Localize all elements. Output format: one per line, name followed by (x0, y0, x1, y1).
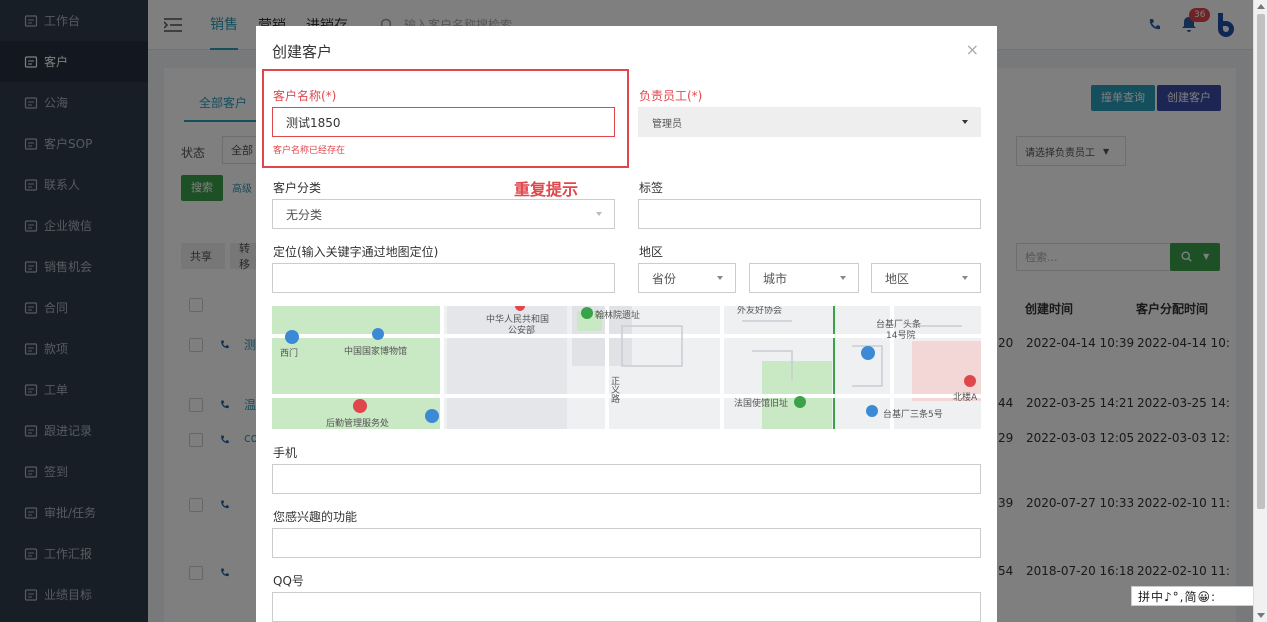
scroll-thumb[interactable] (1257, 14, 1265, 509)
modal-title: 创建客户 (272, 43, 333, 61)
location-map[interactable]: 中华人民共和国 公安部 翰林院遗址 外友好协会 台基厂头条 14号院 西门 中国… (272, 306, 981, 429)
qq-label: QQ号 (273, 574, 304, 588)
map-label: 北楼A (953, 393, 978, 403)
qq-input[interactable] (272, 592, 981, 622)
caret-down-icon (840, 276, 846, 280)
create-customer-modal: 创建客户 × 客户名称(*) 测试1850 客户名称已经存在 负责员工(*) 管… (256, 26, 997, 622)
owner-select[interactable]: 管理员 (638, 107, 981, 137)
ime-toolbar[interactable]: 拼中♪°,简😀: (1131, 586, 1255, 606)
tags-label: 标签 (639, 181, 664, 195)
caret-down-icon (962, 120, 968, 124)
map-label: 公安部 (508, 326, 536, 336)
district-select[interactable]: 地区 (871, 263, 981, 293)
map-label: 正义路 (609, 376, 619, 403)
city-select[interactable]: 城市 (749, 263, 859, 293)
caret-down-icon (962, 276, 968, 280)
map-label: 法国使馆旧址 (734, 399, 789, 409)
map-label: 后勤管理服务处 (326, 419, 390, 429)
map-label: 外友好协会 (737, 306, 783, 316)
customer-name-label: 客户名称(*) (273, 89, 337, 103)
city-value: 城市 (763, 271, 788, 286)
phone-input[interactable] (272, 464, 981, 494)
duplicate-annotation: 重复提示 (514, 180, 579, 199)
customer-name-input[interactable]: 测试1850 (272, 107, 615, 137)
phone-label: 手机 (273, 446, 298, 460)
caret-down-icon (596, 212, 602, 216)
district-value: 地区 (885, 271, 910, 286)
map-label: 中国国家博物馆 (344, 347, 408, 357)
map-label: 西门 (280, 349, 299, 359)
interest-input[interactable] (272, 528, 981, 558)
scroll-up-icon[interactable] (1257, 4, 1265, 9)
region-label: 地区 (639, 245, 664, 259)
location-input[interactable] (272, 263, 615, 293)
owner-value: 管理员 (652, 118, 682, 130)
interest-label: 您感兴趣的功能 (273, 510, 358, 524)
map-label: 14号院 (886, 331, 916, 341)
category-value: 无分类 (286, 207, 323, 222)
customer-name-error: 客户名称已经存在 (273, 146, 346, 156)
page-scrollbar[interactable] (1253, 0, 1267, 622)
close-icon[interactable]: × (966, 40, 979, 59)
map-background (272, 306, 981, 429)
province-value: 省份 (652, 271, 677, 286)
map-label: 台基厂三条5号 (883, 410, 943, 420)
caret-down-icon (717, 276, 723, 280)
location-label: 定位(输入关键字通过地图定位) (273, 245, 439, 259)
map-label: 翰林院遗址 (595, 311, 641, 321)
category-select[interactable]: 无分类 (272, 199, 615, 229)
scroll-down-icon[interactable] (1257, 613, 1265, 618)
province-select[interactable]: 省份 (638, 263, 736, 293)
category-label: 客户分类 (273, 181, 322, 195)
owner-label: 负责员工(*) (639, 89, 703, 103)
tags-input[interactable] (638, 199, 981, 229)
